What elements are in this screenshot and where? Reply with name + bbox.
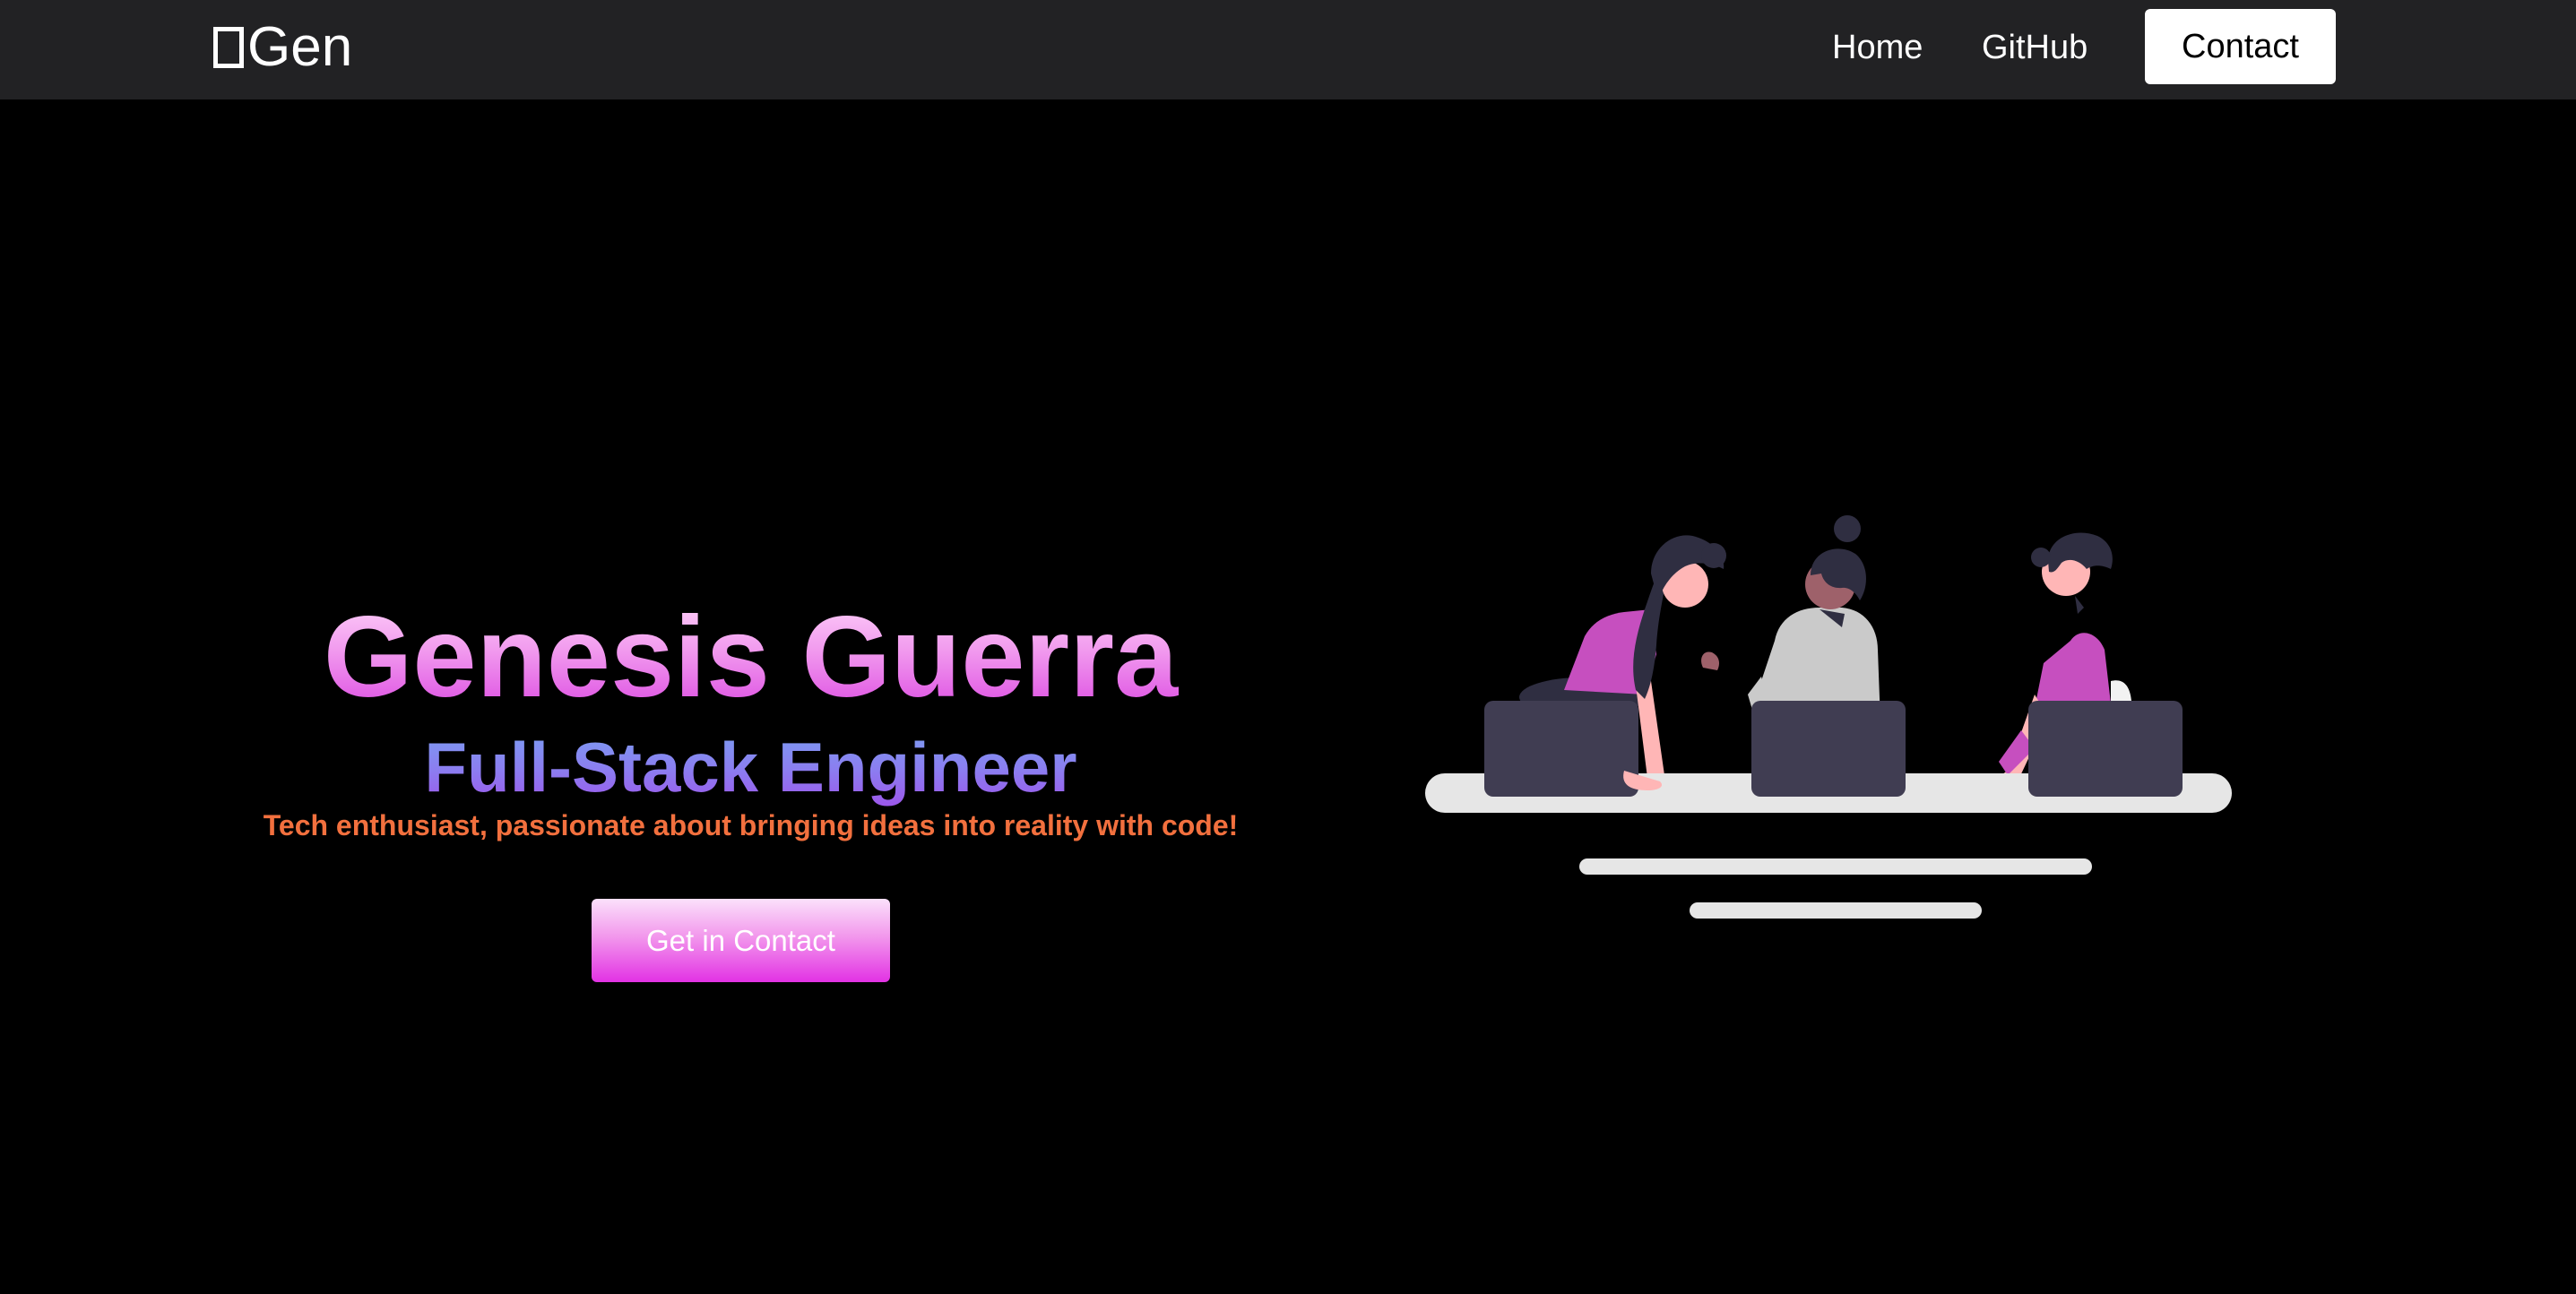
hero-tagline: Tech enthusiast, passionate about bringi…: [263, 809, 1239, 841]
contact-button[interactable]: Contact: [2145, 9, 2336, 84]
laptop-center: [1751, 701, 1906, 797]
hero-name: Genesis Guerra: [269, 591, 1232, 724]
floor-line-bottom: [1690, 902, 1982, 919]
laptop-right: [2028, 701, 2183, 797]
hero-role: Full-Stack Engineer: [269, 726, 1232, 808]
nav-link-home[interactable]: Home: [1832, 23, 1923, 72]
team-working-illustration: [1425, 515, 2232, 919]
floor-line-top: [1579, 858, 2092, 875]
navbar: Gen Home GitHub Contact: [0, 0, 2576, 99]
portfolio-page: Gen Home GitHub Contact Genesis Guerra F…: [0, 0, 2576, 1294]
get-in-contact-button[interactable]: Get in Contact: [592, 899, 890, 982]
brand-text: Gen: [247, 16, 353, 78]
nav-link-github[interactable]: GitHub: [1982, 23, 2088, 72]
laptop-left: [1484, 701, 1638, 797]
brand-logo[interactable]: Gen: [213, 16, 352, 79]
square-outline-icon: [213, 27, 244, 68]
